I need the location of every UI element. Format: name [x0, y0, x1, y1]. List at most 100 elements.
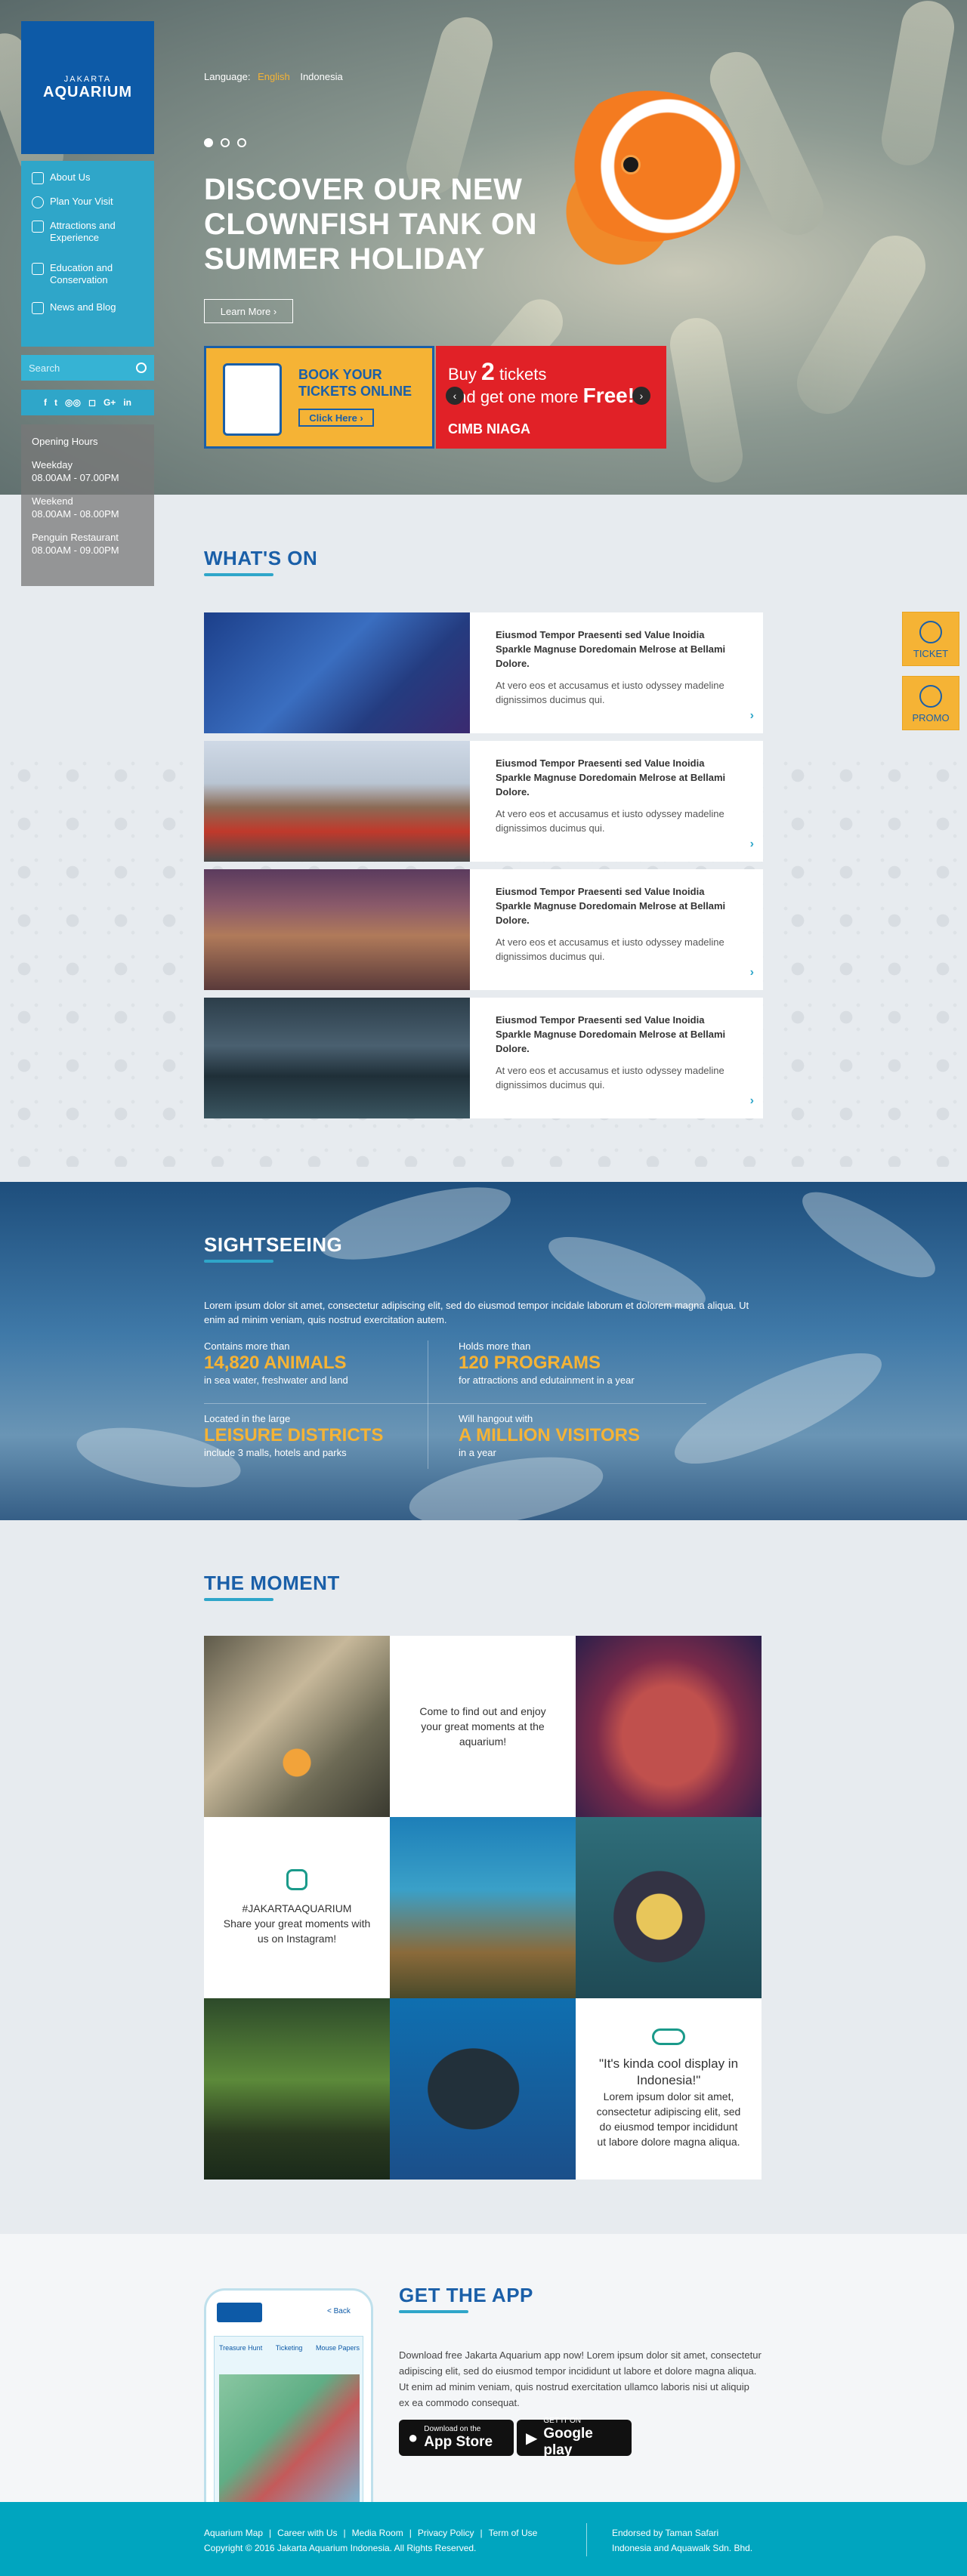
app-store-small: Download on the [424, 2425, 481, 2433]
stat-divider [204, 1403, 706, 1404]
hours-label: Weekday [32, 459, 73, 470]
instagram-icon [286, 1869, 307, 1890]
hours-label: Weekend [32, 495, 73, 507]
news-icon [32, 302, 44, 314]
phone-screen: Treasure Hunt Ticketing Mouse Papers [214, 2336, 363, 2505]
search-box[interactable]: Search [21, 355, 154, 381]
opening-hours: Opening Hours Weekday 08.00AM - 07.00PM W… [21, 424, 154, 586]
chevron-right-icon[interactable]: › [750, 709, 754, 723]
moment-photo-snorkel[interactable] [576, 1817, 762, 1998]
footer-endorse-line2: Indonesia and Aquawalk Sdn. Bhd. [612, 2543, 753, 2553]
hours-label: Penguin Restaurant [32, 532, 119, 543]
nav-item-about-us[interactable]: About Us [21, 171, 154, 196]
chevron-right-icon[interactable]: › [750, 966, 754, 979]
logo-line1: JAKARTA [63, 74, 112, 84]
instagram-icon[interactable]: ◻ [88, 397, 96, 408]
instagram-tile[interactable]: #JAKARTAAQUARIUM Share your great moment… [204, 1817, 390, 1998]
stat-value: A MILLION VISITORS [459, 1425, 641, 1445]
chevron-right-icon[interactable]: › [750, 1094, 754, 1108]
google-plus-icon[interactable]: G+ [103, 397, 116, 408]
language-indonesia[interactable]: Indonesia [300, 71, 342, 82]
moment-photo-diver[interactable] [390, 1998, 576, 2180]
footer-copyright: Copyright © 2016 Jakarta Aquarium Indone… [204, 2543, 477, 2553]
book-icon [32, 263, 44, 275]
event-card[interactable]: Eiusmod Tempor Praesenti sed Value Inoid… [204, 869, 763, 990]
book-tickets-banner[interactable]: BOOK YOUR TICKETS ONLINE Click Here › [204, 346, 434, 449]
nav-label: Education and Conservation [50, 262, 113, 285]
search-input[interactable]: Search [29, 362, 60, 374]
social-links: f t ◎◎ ◻ G+ in [21, 390, 154, 415]
slider-dot-2[interactable] [221, 138, 230, 147]
phone-tab: Treasure Hunt [219, 2344, 263, 2352]
footer-link-map[interactable]: Aquarium Map [204, 2528, 263, 2538]
tripadvisor-icon[interactable]: ◎◎ [65, 397, 81, 408]
event-title: Eiusmod Tempor Praesenti sed Value Inoid… [496, 886, 726, 926]
promo-prev-arrow[interactable]: ‹ [446, 387, 464, 405]
moment-photo-plants[interactable] [204, 1998, 390, 2180]
click-here-label: Click Here [309, 412, 357, 424]
language-english[interactable]: English [258, 71, 290, 82]
footer-link-terms[interactable]: Term of Use [489, 2528, 538, 2538]
whats-on-heading: WHAT'S ON [204, 547, 318, 576]
event-desc: At vero eos et accusamus et iusto odysse… [496, 1065, 724, 1091]
ticket-icon [919, 621, 942, 643]
event-desc: At vero eos et accusamus et iusto odysse… [496, 808, 724, 834]
cimb-promo-text: Buy 2 tickets and get one more Free! [448, 359, 635, 408]
footer: Aquarium Map | Career with Us | Media Room… [0, 2502, 967, 2576]
logo[interactable]: JAKARTA AQUARIUM [21, 21, 154, 154]
slider-dot-1[interactable] [204, 138, 213, 147]
event-card[interactable]: Eiusmod Tempor Praesenti sed Value Inoid… [204, 741, 763, 862]
learn-more-button[interactable]: Learn More › [204, 299, 293, 323]
promo-next-arrow[interactable]: › [632, 387, 650, 405]
app-store-button[interactable]: ● Download on the App Store [399, 2420, 514, 2456]
stat-districts: Located in the large LEISURE DISTRICTS i… [204, 1413, 383, 1458]
moment-photo-reef-fish[interactable] [390, 1817, 576, 1998]
city-square-image [204, 869, 470, 990]
hand-tap-icon [223, 363, 282, 436]
hours-time: 08.00AM - 09.00PM [32, 545, 119, 556]
event-title: Eiusmod Tempor Praesenti sed Value Inoid… [496, 757, 726, 797]
tripadvisor-icon [652, 2028, 685, 2045]
eye-icon [32, 221, 44, 233]
phone-logo [217, 2303, 262, 2322]
language-label: Language: [204, 71, 251, 82]
search-icon[interactable] [136, 362, 147, 373]
footer-divider [586, 2523, 587, 2556]
moment-photo-anemone[interactable] [204, 1636, 390, 1817]
sidebar-nav: About Us Plan Your Visit Attractions and… [21, 161, 154, 347]
stat-value: 120 PROGRAMS [459, 1353, 601, 1373]
promo-side-tab[interactable]: PROMO [902, 676, 959, 730]
ticket-side-tab[interactable]: TICKET [902, 612, 959, 666]
footer-link-media[interactable]: Media Room [352, 2528, 403, 2538]
nav-item-news[interactable]: News and Blog [21, 301, 154, 325]
nav-item-education[interactable]: Education and Conservation [21, 262, 154, 301]
event-desc: At vero eos et accusamus et iusto odysse… [496, 680, 724, 705]
google-play-button[interactable]: ▶ GET IT ON Google play [517, 2417, 632, 2458]
phone-mockup: < Back Treasure Hunt Ticketing Mouse Pap… [204, 2288, 373, 2507]
footer-link-privacy[interactable]: Privacy Policy [418, 2528, 474, 2538]
moment-photo-coral[interactable] [576, 1636, 762, 1817]
slider-dot-3[interactable] [237, 138, 246, 147]
stat-sub: include 3 malls, hotels and parks [204, 1447, 347, 1458]
facebook-icon[interactable]: f [44, 397, 47, 408]
event-card[interactable]: Eiusmod Tempor Praesenti sed Value Inoid… [204, 998, 763, 1118]
book-tickets-title: BOOK YOUR TICKETS ONLINE [298, 367, 412, 399]
event-card[interactable]: Eiusmod Tempor Praesenti sed Value Inoid… [204, 612, 763, 733]
stat-sub: in a year [459, 1447, 496, 1458]
nav-item-attractions[interactable]: Attractions and Experience [21, 220, 154, 262]
linkedin-icon[interactable]: in [123, 397, 131, 408]
apple-icon: ● [408, 2428, 419, 2447]
phone-tab: Ticketing [275, 2344, 303, 2352]
nav-item-plan-visit[interactable]: Plan Your Visit [21, 196, 154, 220]
sightseeing-heading: SIGHTSEEING [204, 1233, 343, 1263]
cimb-logo: CIMB NIAGA [448, 421, 530, 437]
footer-endorse-line1: Endorsed by Taman Safari [612, 2528, 719, 2538]
footer-link-career[interactable]: Career with Us [277, 2528, 337, 2538]
aquarium-tank-image [204, 612, 470, 733]
twitter-icon[interactable]: t [54, 397, 57, 408]
google-play-big: Google play [543, 2426, 593, 2458]
moment-intro-text: Come to find out and enjoy your great mo… [419, 1705, 546, 1748]
click-here-button[interactable]: Click Here › [298, 409, 374, 427]
eye-icon [32, 172, 44, 184]
chevron-right-icon[interactable]: › [750, 838, 754, 851]
